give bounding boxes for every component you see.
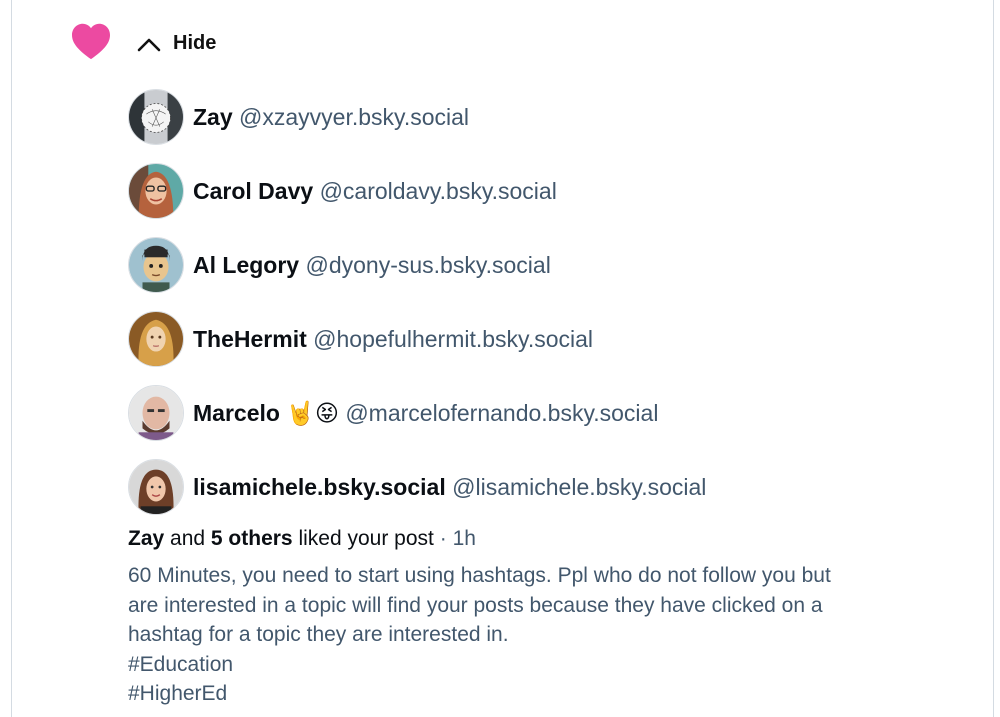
hashtag-education[interactable]: #Education xyxy=(128,650,968,680)
liker-row[interactable]: TheHermit @hopefulhermit.bsky.social xyxy=(128,310,593,368)
liker-handle[interactable]: @dyony-sus.bsky.social xyxy=(305,252,550,278)
liker-row[interactable]: lisamichele.bsky.social @lisamichele.bsk… xyxy=(128,458,706,516)
separator-dot: · xyxy=(439,527,447,550)
liker-display-name[interactable]: Carol Davy xyxy=(193,178,313,204)
post-text-line: 60 Minutes, you need to start using hash… xyxy=(128,564,831,587)
post-text-line: hashtag for a topic they are interested … xyxy=(128,623,509,646)
liker-display-name[interactable]: Marcelo 🤘😝 xyxy=(193,400,339,426)
liker-handle[interactable]: @hopefulhermit.bsky.social xyxy=(313,326,593,352)
liker-row[interactable]: Zay @xzayvyer.bsky.social xyxy=(128,88,469,146)
heart-icon xyxy=(72,23,110,60)
liker-handle[interactable]: @lisamichele.bsky.social xyxy=(452,474,706,500)
avatar[interactable] xyxy=(128,89,184,145)
first-liker-name[interactable]: Zay xyxy=(128,527,164,550)
post-preview[interactable]: 60 Minutes, you need to start using hash… xyxy=(128,561,968,709)
liker-handle[interactable]: @marcelofernando.bsky.social xyxy=(345,400,658,426)
avatar[interactable] xyxy=(128,385,184,441)
liker-row[interactable]: Carol Davy @caroldavy.bsky.social xyxy=(128,162,557,220)
liker-display-name[interactable]: Al Legory xyxy=(193,252,299,278)
avatar[interactable] xyxy=(128,163,184,219)
liker-row[interactable]: Marcelo 🤘😝 @marcelofernando.bsky.social xyxy=(128,384,658,442)
and-text: and xyxy=(170,527,206,550)
liker-display-name[interactable]: Zay xyxy=(193,104,233,130)
others-count[interactable]: 5 others xyxy=(211,527,293,550)
avatar[interactable] xyxy=(128,237,184,293)
hide-label: Hide xyxy=(173,32,217,54)
notification-summary: Zay and 5 others liked your post · 1h xyxy=(128,527,476,551)
post-text-line: are interested in a topic will find your… xyxy=(128,593,823,617)
hashtag-highered[interactable]: #HigherEd xyxy=(128,679,968,709)
liker-display-name[interactable]: lisamichele.bsky.social xyxy=(193,474,446,500)
avatar[interactable] xyxy=(128,459,184,515)
right-border xyxy=(993,0,994,717)
action-text: liked your post xyxy=(298,527,434,550)
avatar[interactable] xyxy=(128,311,184,367)
liker-handle[interactable]: @caroldavy.bsky.social xyxy=(320,178,557,204)
left-border xyxy=(11,0,12,717)
liker-display-name[interactable]: TheHermit xyxy=(193,326,307,352)
timestamp: 1h xyxy=(452,527,476,550)
liker-handle[interactable]: @xzayvyer.bsky.social xyxy=(239,104,469,130)
chevron-up-icon xyxy=(137,38,161,51)
hide-likers-button[interactable]: Hide xyxy=(137,32,216,55)
liker-row[interactable]: Al Legory @dyony-sus.bsky.social xyxy=(128,236,551,294)
